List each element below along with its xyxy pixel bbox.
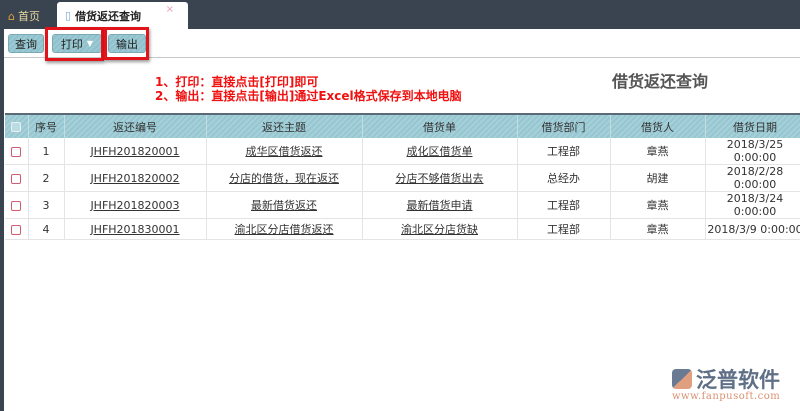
row-subject-link[interactable]: 成华区借货返还 <box>246 145 323 158</box>
row-person: 章燕 <box>610 218 706 240</box>
row-date: 2018/2/28 0:00:00 <box>705 164 800 192</box>
row-code-link[interactable]: JHFH201820003 <box>90 199 179 212</box>
table-row[interactable]: 4 JHFH201830001 渝北区分店借货返还 渝北区分店货缺 工程部 章燕… <box>5 218 800 240</box>
header-code: 返还编号 <box>64 113 207 138</box>
row-checkbox[interactable] <box>5 191 29 219</box>
row-person: 章燕 <box>610 138 706 165</box>
row-person: 章燕 <box>610 191 706 219</box>
row-date: 2018/3/24 0:00:00 <box>705 191 800 219</box>
logo-icon <box>672 369 692 389</box>
row-code-link[interactable]: JHFH201820001 <box>90 145 179 158</box>
fanpusoft-logo: 泛普软件 <box>672 364 780 394</box>
row-no: 4 <box>28 218 65 240</box>
row-checkbox[interactable] <box>5 138 29 165</box>
row-checkbox[interactable] <box>5 218 29 240</box>
row-subject-link[interactable]: 渝北区分店借货返还 <box>235 223 334 236</box>
tab-home-label: 首页 <box>17 10 40 23</box>
table-row[interactable]: 1 JHFH201820001 成华区借货返还 成化区借货单 工程部 章燕 20… <box>5 138 800 165</box>
row-order-link[interactable]: 成化区借货单 <box>407 145 473 158</box>
page-title: 借货返还查询 <box>612 72 709 91</box>
row-code-link[interactable]: JHFH201830001 <box>90 223 179 236</box>
row-order-link[interactable]: 最新借货申请 <box>407 199 473 212</box>
export-highlight <box>104 27 149 60</box>
row-no: 3 <box>28 191 65 219</box>
select-all-checkbox[interactable] <box>5 113 29 138</box>
tab-bar: ⌂ 首页 ▯ 借货返还查询 × <box>0 0 800 29</box>
query-button[interactable]: 查询 <box>8 34 44 53</box>
row-date: 2018/3/25 0:00:00 <box>705 138 800 165</box>
row-dept: 总经办 <box>517 164 611 192</box>
header-date: 借货日期 <box>705 113 800 138</box>
row-person: 胡建 <box>610 164 706 192</box>
row-subject-link[interactable]: 分店的借货，现在返还 <box>229 172 339 185</box>
header-no: 序号 <box>28 113 65 138</box>
row-dept: 工程部 <box>517 218 611 240</box>
header-dept: 借货部门 <box>517 113 611 138</box>
tab-label: 借货返还查询 <box>75 9 142 23</box>
left-border <box>0 29 4 411</box>
logo-name: 泛普软件 <box>696 368 780 392</box>
row-dept: 工程部 <box>517 191 611 219</box>
document-icon: ▯ <box>65 9 72 22</box>
row-date: 2018/3/9 0:00:00 <box>705 218 800 240</box>
row-order-link[interactable]: 分店不够借货出去 <box>396 172 484 185</box>
table-row[interactable]: 3 JHFH201820003 最新借货返还 最新借货申请 工程部 章燕 201… <box>5 191 800 219</box>
table-row[interactable]: 2 JHFH201820002 分店的借货，现在返还 分店不够借货出去 总经办 … <box>5 164 800 192</box>
header-subject: 返还主题 <box>206 113 363 138</box>
header-person: 借货人 <box>610 113 706 138</box>
tab-home[interactable]: ⌂ 首页 <box>8 8 40 24</box>
table-header: 序号 返还编号 返还主题 借货单 借货部门 借货人 借货日期 <box>5 113 800 138</box>
query-label: 查询 <box>15 37 37 51</box>
loan-return-table: 序号 返还编号 返还主题 借货单 借货部门 借货人 借货日期 1 JHFH201… <box>5 113 800 240</box>
header-order: 借货单 <box>362 113 518 138</box>
row-order-link[interactable]: 渝北区分店货缺 <box>401 223 478 236</box>
close-icon[interactable]: × <box>166 4 174 15</box>
row-no: 2 <box>28 164 65 192</box>
print-highlight <box>45 27 104 61</box>
logo-url: www.fanpusoft.com <box>672 391 781 402</box>
row-dept: 工程部 <box>517 138 611 165</box>
note-export: 2、输出：直接点击[输出]通过Excel格式保存到本地电脑 <box>155 89 462 103</box>
home-icon: ⌂ <box>8 9 15 23</box>
row-checkbox[interactable] <box>5 164 29 192</box>
tab-loan-return-query[interactable]: ▯ 借货返还查询 × <box>57 2 188 29</box>
row-subject-link[interactable]: 最新借货返还 <box>251 199 317 212</box>
row-code-link[interactable]: JHFH201820002 <box>90 172 179 185</box>
row-no: 1 <box>28 138 65 165</box>
